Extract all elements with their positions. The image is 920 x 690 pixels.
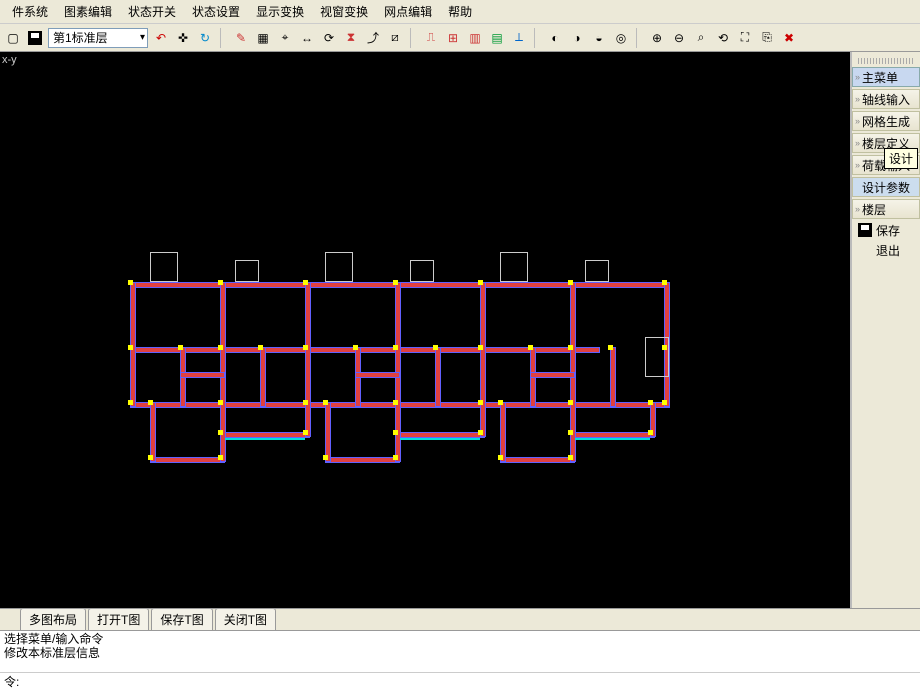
menu-view[interactable]: 视窗变换	[312, 1, 376, 22]
cmd-line: 修改本标准层信息	[4, 646, 916, 660]
tab-close-t[interactable]: 关闭T图	[215, 608, 276, 630]
chevron-icon: »	[855, 116, 860, 126]
tab-multi-layout[interactable]: 多图布局	[20, 608, 86, 630]
side-panel: »主菜单 »轴线输入 »网格生成 »楼层定义 »荷载输入 设计参数 »楼层 保存…	[850, 52, 920, 608]
bottom-tabs: 多图布局 打开T图 保存T图 关闭T图	[0, 608, 920, 630]
command-history: 选择菜单/输入命令 修改本标准层信息	[0, 630, 920, 672]
separator	[410, 28, 416, 48]
tooltip: 设计	[884, 148, 918, 169]
side-main-menu[interactable]: »主菜单	[852, 67, 920, 87]
chevron-icon: »	[855, 94, 860, 104]
menubar: 件系统 图素编辑 状态开关 状态设置 显示变换 视窗变换 网点编辑 帮助	[0, 0, 920, 24]
col1-icon[interactable]: ⎍	[422, 29, 440, 47]
side-save[interactable]: 保存	[852, 220, 920, 240]
menu-file[interactable]: 件系统	[4, 1, 56, 22]
side-floor[interactable]: »楼层	[852, 199, 920, 219]
mirror-icon[interactable]: ⧗	[342, 29, 360, 47]
grid-red-icon[interactable]: ⊞	[444, 29, 462, 47]
menu-grid-edit[interactable]: 网点编辑	[376, 1, 440, 22]
redo-icon[interactable]: ↻	[196, 29, 214, 47]
layer-select[interactable]: 第1标准层	[48, 28, 148, 48]
command-input[interactable]: 令:	[0, 672, 920, 690]
axis-label: x-y	[2, 54, 17, 66]
layer-label: 第1标准层	[53, 29, 108, 46]
chevron-icon: »	[855, 160, 860, 170]
circle-b-icon[interactable]: ◑	[568, 29, 586, 47]
side-exit[interactable]: 退出	[852, 240, 920, 260]
grid4-icon[interactable]: ▦	[254, 29, 272, 47]
circle-a-icon[interactable]: ◐	[546, 29, 564, 47]
menu-state-set[interactable]: 状态设置	[184, 1, 248, 22]
arc-icon[interactable]: ⤴	[364, 29, 382, 47]
menu-state-switch[interactable]: 状态开关	[120, 1, 184, 22]
menu-help[interactable]: 帮助	[440, 1, 480, 22]
move-icon[interactable]: ↔	[298, 29, 316, 47]
separator	[636, 28, 642, 48]
sheet-icon[interactable]: ▤	[488, 29, 506, 47]
copy-icon[interactable]: ⎘	[758, 29, 776, 47]
zoom-prev-icon[interactable]: ⟲	[714, 29, 732, 47]
separator	[534, 28, 540, 48]
pick-icon[interactable]: ⌖	[276, 29, 294, 47]
side-axis-input[interactable]: »轴线输入	[852, 89, 920, 109]
cross-icon[interactable]: ✜	[174, 29, 192, 47]
wall-icon[interactable]: ▥	[466, 29, 484, 47]
separator	[220, 28, 226, 48]
circle-c-icon[interactable]: ◒	[590, 29, 608, 47]
cmd-line: 选择菜单/输入命令	[4, 632, 916, 646]
rotate-icon[interactable]: ⟳	[320, 29, 338, 47]
measure-icon[interactable]: ⧄	[386, 29, 404, 47]
floor-plan	[130, 252, 670, 467]
main-area: x-y	[0, 52, 920, 608]
tab-open-t[interactable]: 打开T图	[88, 608, 149, 630]
side-grid-gen[interactable]: »网格生成	[852, 111, 920, 131]
zoom-in-icon[interactable]: ⊕	[648, 29, 666, 47]
toolbar: ▢ 第1标准层 ↶ ✜ ↻ ✎ ▦ ⌖ ↔ ⟳ ⧗ ⤴ ⧄ ⎍ ⊞ ▥ ▤ ⟂ …	[0, 24, 920, 52]
save-icon[interactable]	[26, 29, 44, 47]
pencil-icon[interactable]: ✎	[232, 29, 250, 47]
chevron-icon: »	[855, 72, 860, 82]
chevron-icon: »	[855, 138, 860, 148]
zoom-area-icon[interactable]: ⌕	[692, 29, 710, 47]
menu-display[interactable]: 显示变换	[248, 1, 312, 22]
save-icon	[858, 223, 872, 237]
side-design-param[interactable]: 设计参数	[852, 177, 920, 197]
cancel-icon[interactable]: ✖	[780, 29, 798, 47]
drawing-canvas[interactable]: x-y	[0, 52, 850, 608]
menu-edit[interactable]: 图素编辑	[56, 1, 120, 22]
back-icon[interactable]: ↶	[152, 29, 170, 47]
target-icon[interactable]: ◎	[612, 29, 630, 47]
command-prompt: 令:	[4, 673, 19, 690]
tab-save-t[interactable]: 保存T图	[151, 608, 212, 630]
zoom-out-icon[interactable]: ⊖	[670, 29, 688, 47]
panel-grip[interactable]	[858, 58, 914, 64]
new-icon[interactable]: ▢	[4, 29, 22, 47]
zoom-fit-icon[interactable]: ⛶	[736, 29, 754, 47]
ruler-icon[interactable]: ⟂	[510, 29, 528, 47]
chevron-icon: »	[855, 204, 860, 214]
